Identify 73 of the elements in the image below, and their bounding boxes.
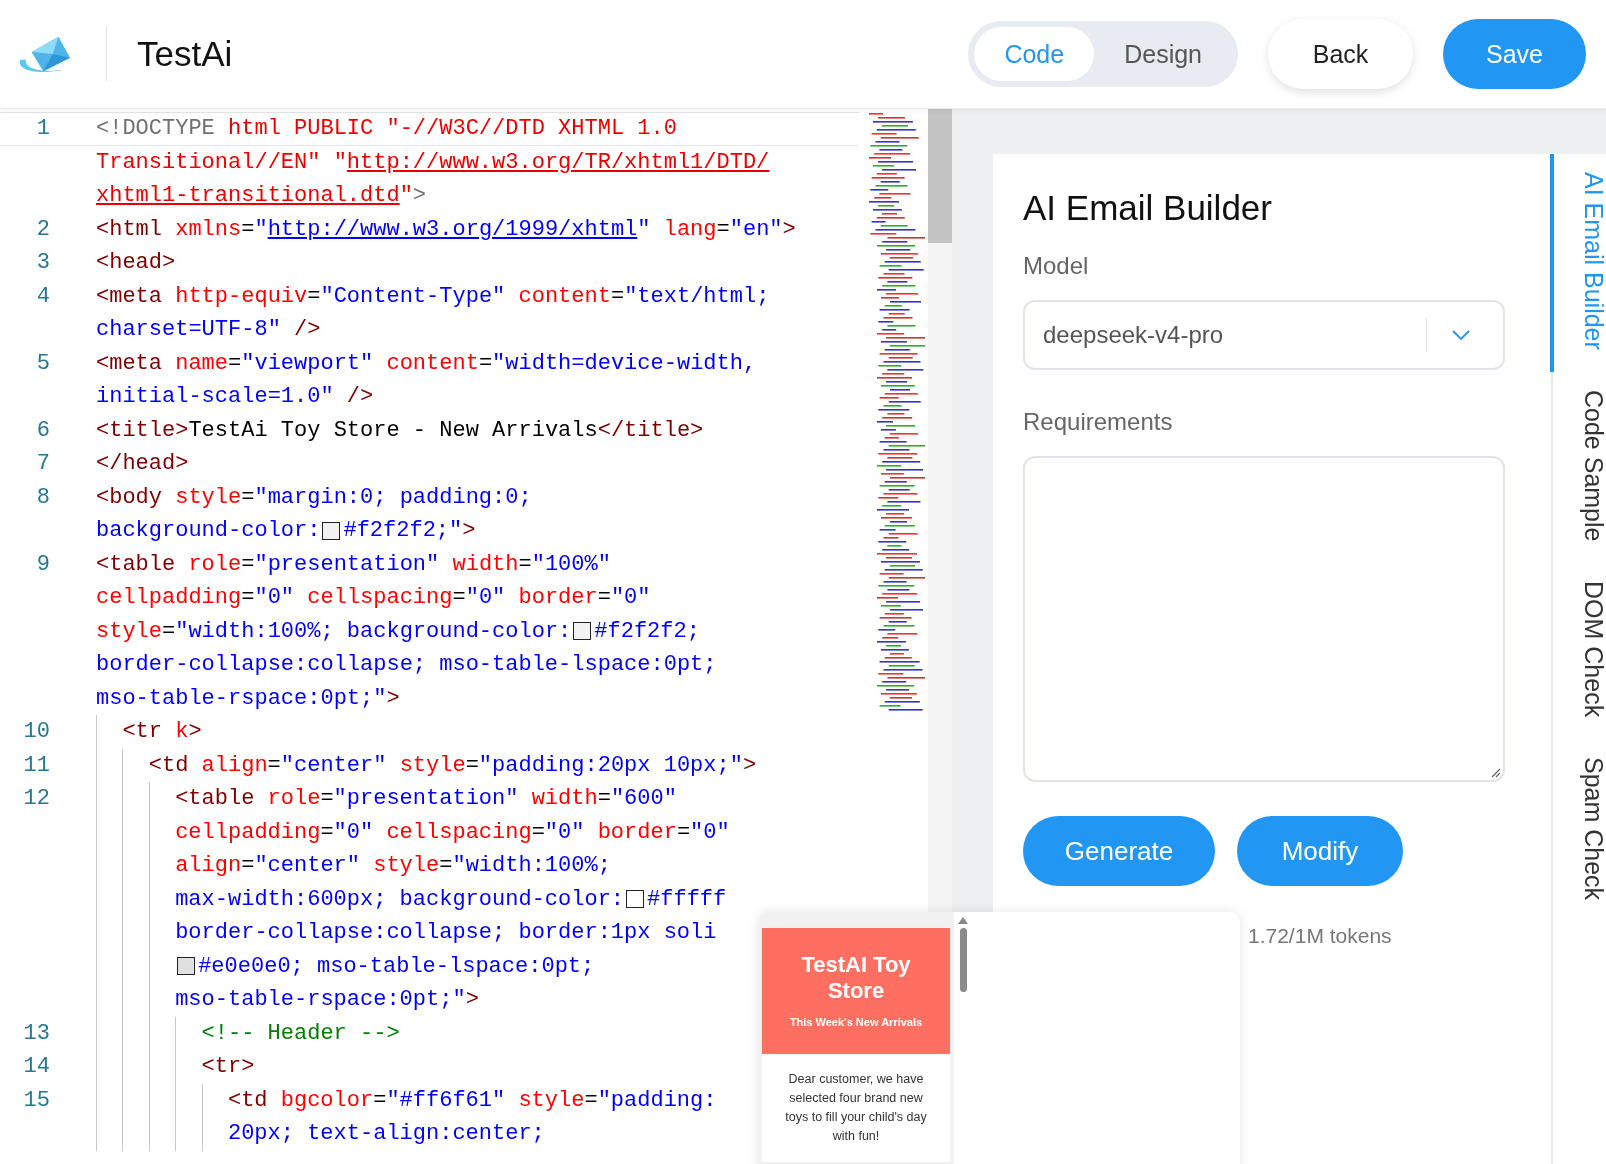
side-tab[interactable]: Code Sample [1553, 371, 1606, 564]
code-line: <table role="presentation" width="100%" [96, 551, 611, 577]
color-swatch-icon[interactable] [626, 890, 645, 909]
side-tab[interactable]: DOM Check [1553, 563, 1606, 740]
line-number: 5 [35, 350, 50, 376]
code-line: #f2f2f2;"> [343, 518, 476, 544]
code-line: <td align="center" style="padding:20px 10px;"> [148, 752, 757, 778]
code-line: <!-- Header --> [201, 1020, 400, 1046]
line-number: 15 [22, 1087, 50, 1113]
app-name: TestAi [137, 34, 233, 74]
code-line: 20px; text-align:center; [227, 1121, 545, 1147]
line-number: 10 [22, 719, 50, 745]
line-number: 1 [35, 116, 50, 142]
code-line: mso-table-rspace:0pt;"> [175, 987, 479, 1013]
email-body-text: Dear customer, we have selected four brand new toys to fill your child's day with fun! [762, 1054, 950, 1163]
requirements-field[interactable] [1023, 456, 1505, 782]
code-line: <tr> [201, 1054, 255, 1080]
scrollbar[interactable] [928, 109, 952, 243]
line-number: 11 [22, 752, 50, 778]
line-number: 9 [35, 551, 50, 577]
code-line: <title>TestAi Toy Store - New Arrivals</title> [96, 417, 704, 443]
view-tab[interactable]: Design [1094, 27, 1232, 81]
code-line: <tr k> [122, 719, 202, 745]
line-number: 6 [35, 417, 50, 443]
code-line: style="width:100%; background-color: [96, 618, 572, 644]
back-button[interactable]: Back [1268, 19, 1413, 89]
code-line: <body style="margin:0; padding:0; [96, 484, 532, 510]
field-label: Model [1023, 252, 1090, 280]
line-number: 2 [35, 216, 50, 242]
line-number: 13 [22, 1020, 50, 1046]
color-swatch-icon[interactable] [322, 521, 341, 540]
line-number: 3 [35, 250, 50, 276]
code-line: <td bgcolor="#ff6f61" style="padding: [227, 1087, 717, 1113]
line-number: 7 [35, 451, 50, 477]
code-line: charset=UTF-8" /> [96, 317, 321, 343]
code-line: cellpadding="0" cellspacing="0" border="0" [175, 819, 730, 845]
line-number: 4 [35, 283, 50, 309]
field-label: Requirements [1023, 408, 1174, 436]
code-line: cellpadding="0" cellspacing="0" border="0" [96, 585, 651, 611]
code-line: <!DOCTYPE html PUBLIC "-//W3C//DTD XHTML 1.0 [96, 116, 677, 142]
code-line: #e0e0e0; mso-table-lspace:0pt; [198, 953, 595, 979]
line-number: 12 [22, 786, 50, 812]
code-line: </head> [96, 451, 189, 477]
code-line: <meta http-equiv="Content-Type" content="text/html; [96, 283, 770, 309]
code-line: max-width:600px; background-color: [175, 886, 625, 912]
scrollbar[interactable] [959, 928, 967, 992]
email-heading: TestAI Toy Store [800, 952, 912, 1004]
code-line: <table role="presentation" width="600" [175, 786, 677, 812]
line-number: 14 [22, 1054, 50, 1080]
code-line: <meta name="viewport" content="width=device-width, [96, 350, 757, 376]
side-tab[interactable]: Spam Check [1553, 739, 1606, 923]
line-number: 8 [35, 484, 50, 510]
code-line: border-collapse:collapse; border:1px soli [175, 920, 717, 946]
code-line: #fffff [647, 886, 727, 912]
code-line: background-color: [96, 518, 321, 544]
code-line: <html xmlns="http://www.w3.org/1999/xhtml" lang="en"> [96, 216, 796, 242]
chevron-down-icon [1451, 329, 1471, 341]
code-line: align="center" style="width:100%; [175, 853, 611, 879]
resize-grip-icon [1489, 766, 1501, 778]
code-line: border-collapse:collapse; mso-table-lspace:0pt; [96, 652, 717, 678]
code-line: <head> [96, 250, 176, 276]
model-select[interactable]: deepseek-v4-pro [1023, 300, 1505, 370]
token-usage: 1.72/1M tokens [1248, 924, 1393, 948]
email-subheading: This Week's New Arrivals [788, 1016, 924, 1028]
color-swatch-icon[interactable] [573, 622, 592, 641]
code-line: initial-scale=1.0" /> [96, 384, 374, 410]
code-line: mso-table-rspace:0pt;"> [96, 685, 400, 711]
code-line: Transitional//EN" "http://www.w3.org/TR/xhtml1/DTD/ [96, 149, 770, 175]
color-swatch-icon[interactable] [177, 957, 196, 976]
panel-title: AI Email Builder [1023, 188, 1273, 228]
code-line: #f2f2f2; [594, 618, 700, 644]
code-line: xhtml1-transitional.dtd"> [96, 183, 427, 209]
scroll-up-icon[interactable] [958, 916, 968, 924]
